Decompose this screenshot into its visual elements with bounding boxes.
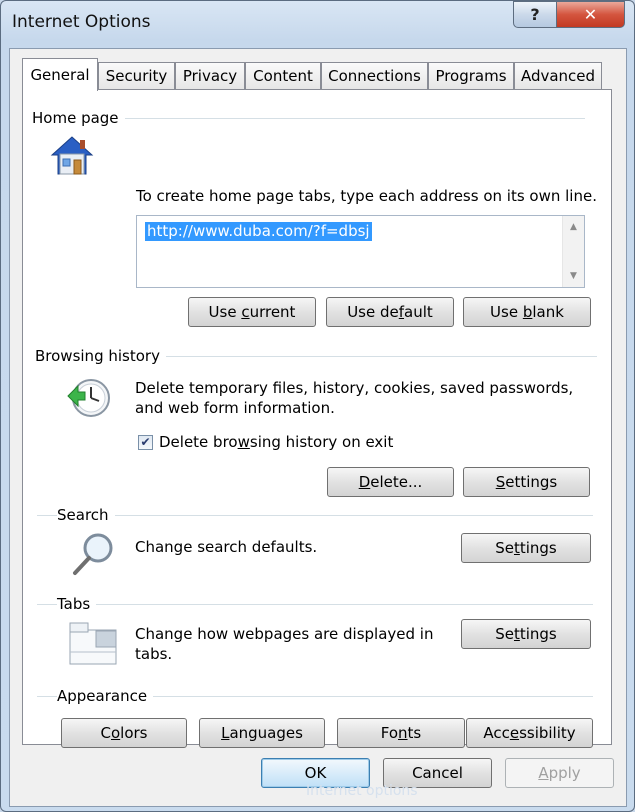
tab-connections[interactable]: Connections <box>321 62 428 89</box>
tabs-description-line1: Change how webpages are displayed in <box>135 625 434 643</box>
tab-label: Advanced <box>520 67 596 85</box>
tabs-settings-button[interactable]: Settings <box>461 619 591 649</box>
button-label: Settings <box>495 539 557 557</box>
search-settings-button[interactable]: Settings <box>461 533 591 563</box>
button-label: Accessibility <box>483 724 576 742</box>
use-blank-button[interactable]: Use blank <box>463 297 591 327</box>
tab-general[interactable]: General <box>22 58 98 91</box>
magnifier-icon <box>70 531 116 577</box>
general-tab-panel: Home page To create home page tabs, type… <box>22 89 612 748</box>
browsing-history-description-line1: Delete temporary files, history, cookies… <box>135 379 574 397</box>
tab-label: Connections <box>328 67 421 85</box>
tab-programs[interactable]: Programs <box>428 62 514 89</box>
search-description: Change search defaults. <box>135 538 318 556</box>
home-page-heading: Home page <box>32 109 125 127</box>
dialog-client-area: General Security Privacy Content Connect… <box>9 48 627 807</box>
history-clock-icon <box>65 376 111 422</box>
help-button[interactable]: ? <box>513 1 557 28</box>
delete-button[interactable]: Delete... <box>327 467 454 497</box>
tab-label: Privacy <box>182 67 238 85</box>
search-heading: Search <box>57 506 115 524</box>
window-title: Internet Options <box>12 12 151 32</box>
tab-privacy[interactable]: Privacy <box>175 62 245 89</box>
use-current-button[interactable]: Use current <box>188 297 316 327</box>
button-label: Apply <box>538 764 581 782</box>
button-label: Delete... <box>358 473 423 491</box>
button-label: Cancel <box>412 764 463 782</box>
button-label: Use default <box>347 303 433 321</box>
browsing-history-description-line2: and web form information. <box>135 399 335 417</box>
tab-content[interactable]: Content <box>245 62 321 89</box>
tabs-description-line2: tabs. <box>135 645 173 663</box>
languages-button[interactable]: Languages <box>199 718 325 748</box>
use-default-button[interactable]: Use default <box>326 297 454 327</box>
appearance-heading: Appearance <box>57 687 154 705</box>
home-page-url-input[interactable] <box>137 216 562 287</box>
button-label: Settings <box>495 625 557 643</box>
url-box-scrollbar[interactable]: ▲ ▼ <box>562 216 584 287</box>
browsing-history-heading: Browsing history <box>35 347 166 365</box>
internet-options-window: Internet Options ? ✕ General Security Pr… <box>0 0 635 812</box>
delete-history-on-exit-label[interactable]: Delete browsing history on exit <box>159 432 393 452</box>
button-label: Use blank <box>490 303 564 321</box>
tab-advanced[interactable]: Advanced <box>514 62 602 89</box>
tabs-window-icon <box>69 622 117 666</box>
delete-history-on-exit-checkbox[interactable]: ✔ <box>138 435 153 450</box>
button-label: Use current <box>208 303 296 321</box>
tab-label: Programs <box>435 67 507 85</box>
scroll-up-arrow-icon[interactable]: ▲ <box>563 218 584 236</box>
tab-security[interactable]: Security <box>98 62 175 89</box>
home-page-instruction: To create home page tabs, type each addr… <box>136 187 597 205</box>
button-label: OK <box>304 764 327 782</box>
close-button[interactable]: ✕ <box>556 1 625 28</box>
tab-label: Content <box>253 67 313 85</box>
button-label: Colors <box>100 724 148 742</box>
tabs-divider <box>37 604 593 605</box>
tab-label: Security <box>105 67 168 85</box>
accessibility-button[interactable]: Accessibility <box>466 718 593 748</box>
scroll-down-arrow-icon[interactable]: ▼ <box>563 267 584 285</box>
caption-watermark: Internet options <box>306 783 418 799</box>
search-divider <box>37 515 593 516</box>
button-label: Languages <box>221 724 303 742</box>
colors-button[interactable]: Colors <box>61 718 187 748</box>
help-icon: ? <box>530 5 540 24</box>
house-icon <box>49 134 95 178</box>
close-icon: ✕ <box>583 5 598 24</box>
button-label: Fonts <box>380 724 422 742</box>
fonts-button[interactable]: Fonts <box>337 718 465 748</box>
home-page-url-box[interactable]: http://www.duba.com/?f=dbsj ▲ ▼ <box>136 215 585 288</box>
tabs-heading: Tabs <box>57 595 97 613</box>
tab-label: General <box>30 66 90 84</box>
browsing-history-settings-button[interactable]: Settings <box>463 467 590 497</box>
apply-button[interactable]: Apply <box>505 758 614 788</box>
button-label: Settings <box>495 473 558 491</box>
